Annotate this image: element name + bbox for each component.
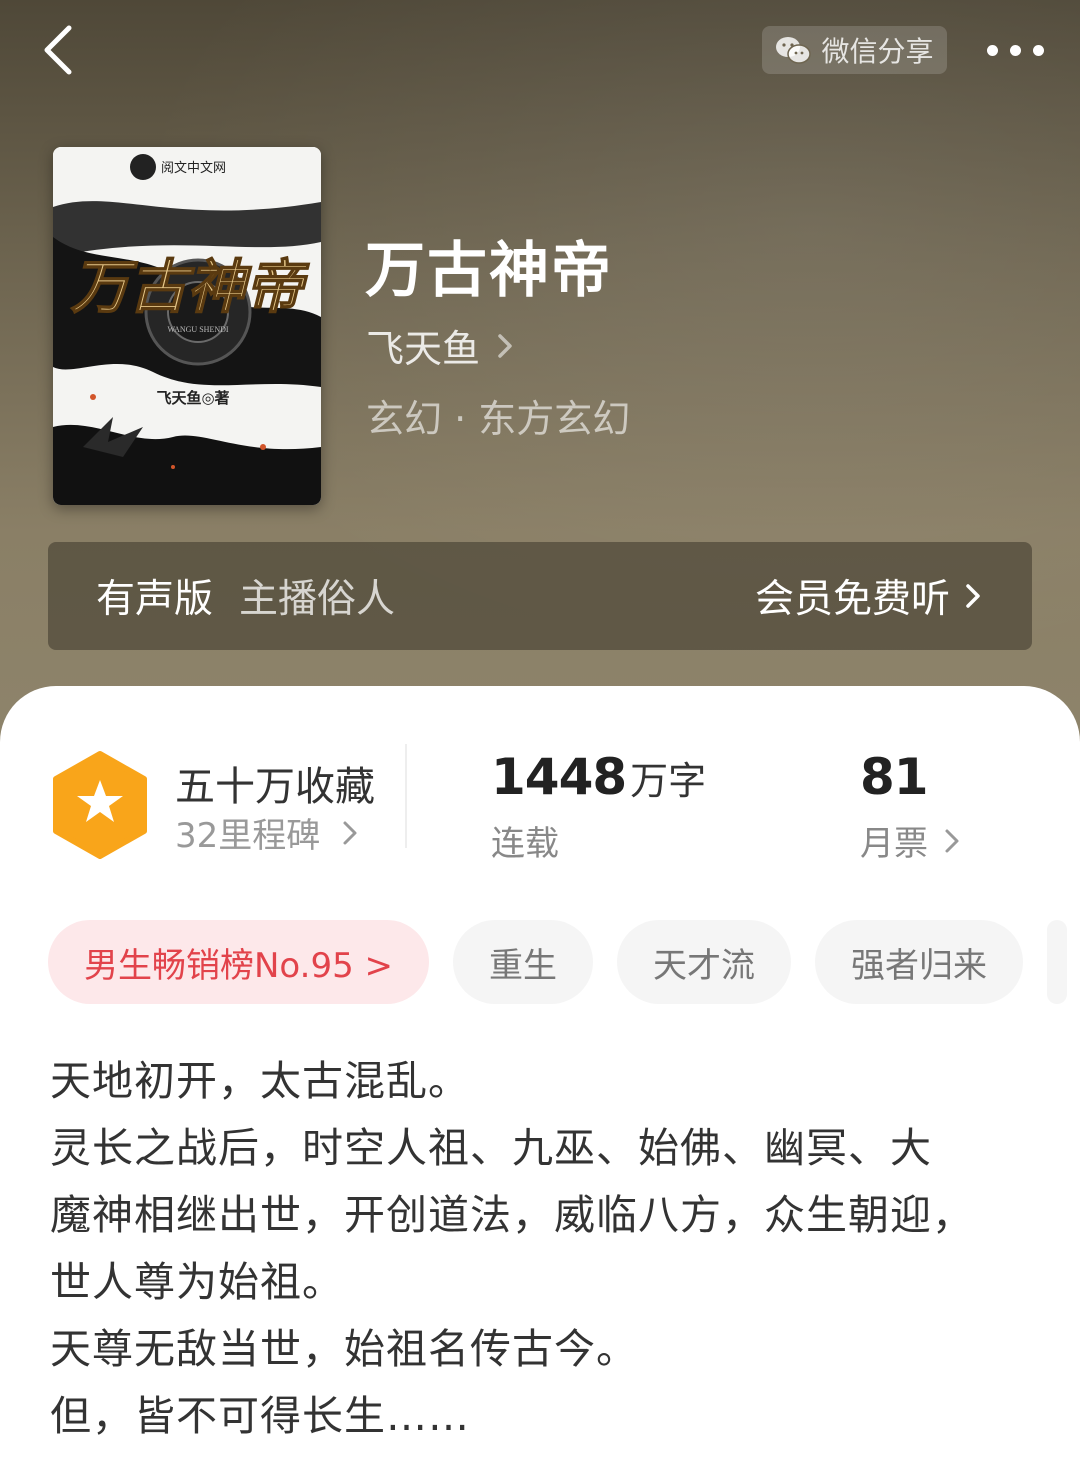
chevron-right-icon — [343, 821, 357, 844]
wechat-icon — [776, 37, 812, 64]
description-line: 天尊无敌当世，始祖名传古今。 — [50, 1325, 638, 1373]
book-title: 万古神帝 — [365, 236, 613, 306]
book-cover[interactable]: 阅文中文网 万古神帝 WANGU SHENDI 飞天鱼◎著 — [53, 147, 321, 505]
tag-item[interactable]: 强者归来 — [815, 920, 1024, 1004]
chevron-right-icon — [966, 584, 980, 608]
cover-title-art: 万古神帝 — [70, 253, 310, 321]
tag-item[interactable]: 重生 — [453, 920, 594, 1004]
member-free-listen-label: 会员免费听 — [754, 577, 950, 622]
description-line: 灵长之战后，时空人祖、九巫、始佛、幽冥、大 — [50, 1124, 932, 1172]
monthly-votes-label: 月票 — [860, 824, 928, 864]
book-genre: 玄幻 · 东方玄幻 — [366, 397, 631, 441]
cover-author: 飞天鱼◎著 — [156, 389, 229, 407]
description-line: 天地初开，太古混乱。 — [50, 1057, 470, 1105]
back-button[interactable] — [30, 22, 86, 78]
word-count-unit: 万字 — [630, 759, 707, 803]
tag-list: 男生畅销榜No.95 > 重生 天才流 强者归来 — [48, 920, 1080, 1004]
tag-rank[interactable]: 男生畅销榜No.95 > — [48, 920, 430, 1004]
book-cover-art: 阅文中文网 万古神帝 WANGU SHENDI 飞天鱼◎著 — [53, 147, 321, 505]
author-name: 飞天鱼 — [366, 327, 481, 371]
book-description: 天地初开，太古混乱。 灵长之战后，时空人祖、九巫、始佛、幽冥、大 魔神相继出世，… — [50, 1048, 1040, 1450]
cover-publisher: 阅文中文网 — [161, 160, 226, 175]
milestone-label: 32里程碑 — [175, 816, 321, 856]
description-line: 魔神相继出世，开创道法，威临八方，众生朝迎， — [50, 1191, 974, 1239]
description-line: 世人尊为始祖。 — [50, 1258, 344, 1306]
description-line: 但，皆不可得长生…… — [50, 1392, 470, 1440]
author-link[interactable]: 飞天鱼 — [366, 318, 514, 373]
chevron-right-icon — [498, 333, 512, 358]
more-dot-icon — [986, 44, 998, 56]
cover-pinyin: WANGU SHENDI — [167, 325, 228, 334]
serial-status: 连载 — [491, 824, 559, 864]
favorites-count: 五十万收藏 — [175, 764, 375, 810]
star-badge-icon — [53, 751, 147, 859]
word-count-stat: 1448 万字 连载 — [491, 748, 706, 865]
monthly-votes-stat[interactable]: 81 月票 — [860, 748, 960, 865]
audiobook-bar[interactable]: 有声版 主播俗人 会员免费听 — [48, 542, 1032, 650]
audiobook-label: 有声版 — [96, 577, 214, 622]
audiobook-host: 主播俗人 — [239, 577, 396, 622]
tag-item-overflow[interactable] — [1047, 920, 1068, 1004]
favorites-stat[interactable]: 五十万收藏 32里程碑 — [50, 750, 410, 860]
book-info-panel: 五十万收藏 32里程碑 1448 万字 连载 81 月票 男生畅销榜No.95 >… — [0, 686, 1080, 1466]
more-options-button[interactable] — [975, 30, 1055, 70]
more-dot-icon — [1009, 44, 1021, 56]
word-count-value: 1448 — [491, 748, 627, 806]
stat-divider — [405, 744, 407, 848]
more-dot-icon — [1032, 44, 1044, 56]
tag-item[interactable]: 天才流 — [617, 920, 792, 1004]
chevron-right-icon — [945, 829, 959, 852]
member-free-listen-link[interactable]: 会员免费听 — [755, 568, 982, 624]
chevron-left-icon — [44, 25, 72, 75]
wechat-share-button[interactable]: 微信分享 — [762, 26, 947, 74]
monthly-votes-value: 81 — [860, 748, 929, 806]
share-label: 微信分享 — [821, 35, 934, 68]
